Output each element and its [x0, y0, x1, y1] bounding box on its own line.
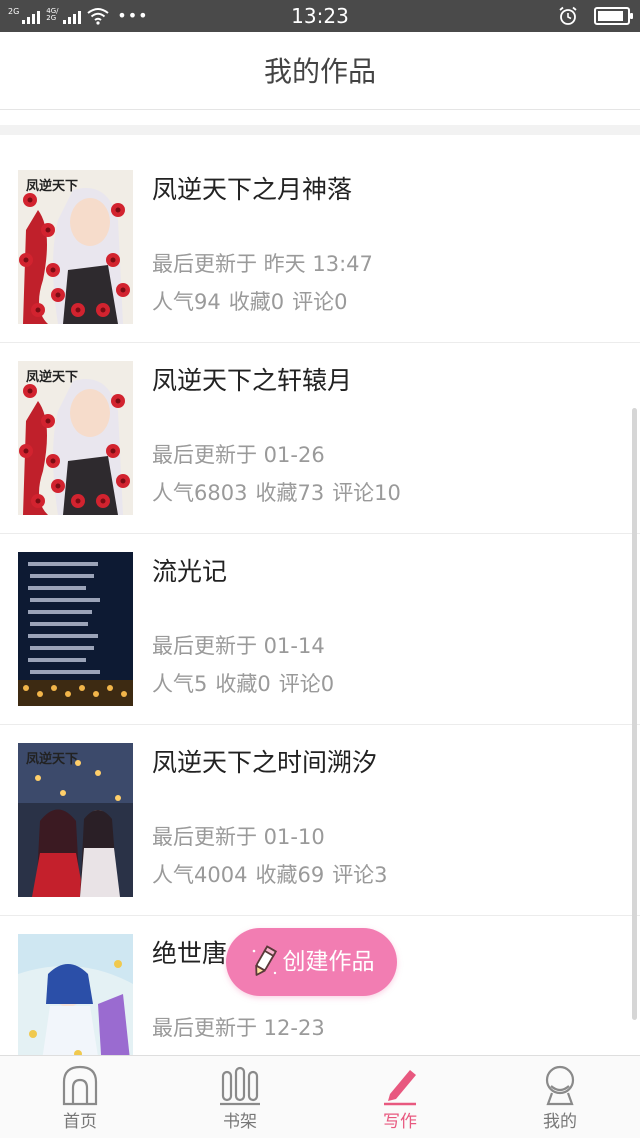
cover-art: 凤逆天下	[18, 361, 133, 515]
work-updated-time: 最后更新于 01-26	[152, 443, 325, 467]
tab-home[interactable]: 首页	[0, 1056, 160, 1138]
work-updated-time: 最后更新于 12-23	[152, 1016, 325, 1040]
pencil-icon	[252, 945, 277, 976]
book-cover[interactable]	[18, 552, 133, 706]
work-item[interactable]: 流光记 最后更新于 01-14 人气5 收藏0 评论0	[0, 534, 640, 725]
work-title: 绝世唐	[152, 939, 228, 968]
bookshelf-icon	[220, 1066, 260, 1106]
book-cover[interactable]: 凤逆天下	[18, 743, 133, 897]
work-stats: 人气4004 收藏69 评论3	[152, 861, 396, 889]
work-updated-time: 最后更新于 01-10	[152, 825, 325, 849]
work-title: 凤逆天下之轩辕月	[152, 366, 353, 395]
home-icon	[62, 1065, 98, 1106]
work-title: 流光记	[152, 557, 228, 586]
user-icon	[545, 1065, 575, 1106]
comments-count: 评论0	[278, 672, 335, 696]
work-stats: 人气5 收藏0 评论0	[152, 670, 342, 698]
create-work-button[interactable]: 创建作品	[226, 928, 397, 996]
page-header: 我的作品	[0, 32, 640, 110]
comments-count: 评论3	[332, 863, 388, 887]
popularity-count: 人气94	[152, 290, 221, 314]
work-title: 凤逆天下之时间溯汐	[152, 748, 378, 777]
popularity-count: 人气6803	[152, 481, 248, 505]
work-updated-time: 最后更新于 01-14	[152, 634, 325, 658]
work-item[interactable]: 凤逆天下 凤逆天下之月神落 最后更新于 昨天 13:47 人气94 收藏0 评论0	[0, 152, 640, 343]
bottom-tab-bar: 首页 书架 写作 我的	[0, 1055, 640, 1138]
cover-title-text: 凤逆天下	[26, 751, 78, 767]
tab-home-label: 首页	[63, 1112, 97, 1132]
work-updated-time: 最后更新于 昨天 13:47	[152, 252, 373, 276]
pen-icon	[384, 1070, 416, 1106]
cover-art: 凤逆天下	[18, 170, 133, 324]
work-item[interactable]: 凤逆天下 凤逆天下之轩辕月 最后更新于 01-26 人气6803 收藏73 评论10	[0, 343, 640, 534]
popularity-count: 人气4004	[152, 863, 248, 887]
scrollbar[interactable]	[632, 408, 637, 1020]
tab-bookshelf-label: 书架	[223, 1112, 257, 1132]
favorites-count: 收藏69	[255, 863, 325, 887]
favorites-count: 收藏0	[215, 672, 271, 696]
alarm-icon	[559, 6, 577, 25]
status-time: 13:23	[291, 4, 349, 28]
work-stats: 人气6803 收藏73 评论10	[152, 479, 409, 507]
battery-level	[598, 11, 623, 21]
work-title: 凤逆天下之月神落	[152, 175, 353, 204]
tab-mine-label: 我的	[543, 1112, 577, 1132]
book-cover[interactable]: 凤逆天下	[18, 361, 133, 515]
tab-bookshelf[interactable]: 书架	[160, 1056, 320, 1138]
status-bar: 2G 4G/2G ••• 13:23	[0, 0, 640, 32]
favorites-count: 收藏73	[255, 481, 325, 505]
create-work-label: 创建作品	[282, 949, 375, 975]
comments-count: 评论0	[292, 290, 348, 314]
favorites-count: 收藏0	[228, 290, 285, 314]
page-title: 我的作品	[263, 55, 376, 88]
comments-count: 评论10	[332, 481, 401, 505]
cover-title-text: 凤逆天下	[26, 178, 78, 194]
work-item[interactable]: 凤逆天下 凤逆天下之时间溯汐 最后更新于 01-10 人气4004 收藏69 评论3	[0, 725, 640, 916]
popularity-count: 人气5	[152, 672, 208, 696]
cover-title-text: 凤逆天下	[26, 369, 78, 385]
tab-mine[interactable]: 我的	[480, 1056, 640, 1138]
battery-icon	[594, 7, 633, 25]
work-stats: 人气94 收藏0 评论0	[152, 288, 355, 316]
book-cover[interactable]: 凤逆天下	[18, 170, 133, 324]
tab-writing-label: 写作	[383, 1112, 417, 1132]
cover-art	[18, 552, 133, 706]
tab-writing[interactable]: 写作	[320, 1056, 480, 1138]
section-divider	[0, 125, 640, 135]
cover-art: 凤逆天下	[18, 743, 133, 897]
